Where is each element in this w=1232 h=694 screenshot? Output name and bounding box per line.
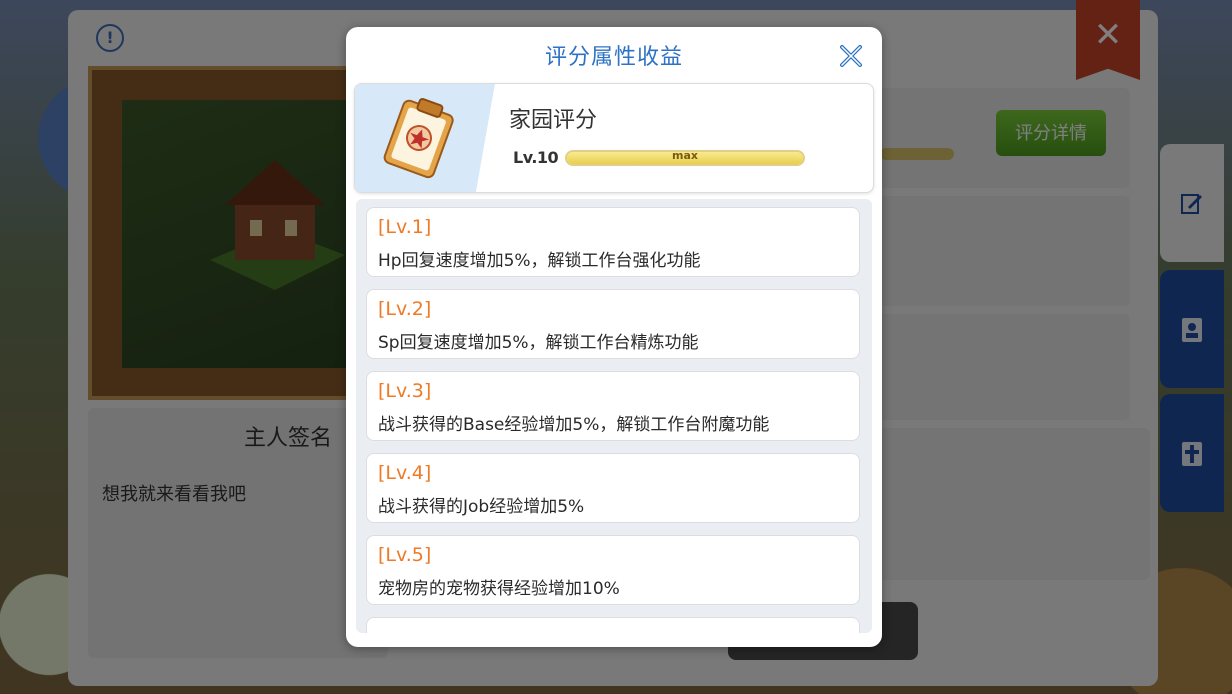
bonus-description: 宠物房的宠物获得经验增加10%	[378, 579, 620, 599]
level-progress-bar: max	[565, 149, 805, 166]
close-icon	[840, 45, 862, 67]
home-score-header: 家园评分 Lv.10 max	[354, 83, 874, 193]
home-score-level: Lv.10	[513, 148, 559, 167]
bonus-description: 战斗获得的Job经验增加5%	[378, 497, 585, 517]
bonus-level-label: [Lv.5]	[378, 544, 432, 566]
list-item: [Lv.2] Sp回复速度增加5%，解锁工作台精炼功能	[366, 289, 860, 359]
list-item: [Lv.1] Hp回复速度增加5%，解锁工作台强化功能	[366, 207, 860, 277]
home-score-name: 家园评分	[509, 108, 598, 133]
bonus-description: 战斗获得的Base经验增加5%，解锁工作台附魔功能	[378, 415, 770, 435]
list-item: [Lv.4] 战斗获得的Job经验增加5%	[366, 453, 860, 523]
bonus-description: Hp回复速度增加5%，解锁工作台强化功能	[378, 251, 701, 271]
list-item: [Lv.3] 战斗获得的Base经验增加5%，解锁工作台附魔功能	[366, 371, 860, 441]
list-item-partial	[366, 617, 860, 633]
list-item: [Lv.5] 宠物房的宠物获得经验增加10%	[366, 535, 860, 605]
score-attribute-dialog: 评分属性收益 家园评分 Lv.10 max [Lv.1] Hp回复速度增加5%，解…	[346, 27, 882, 647]
clipboard-star-icon	[383, 98, 454, 179]
dialog-close-button[interactable]	[836, 41, 866, 71]
level-progress-text: max	[672, 149, 698, 162]
bonus-list[interactable]: [Lv.1] Hp回复速度增加5%，解锁工作台强化功能 [Lv.2] Sp回复速度增加…	[356, 199, 872, 633]
bonus-level-label: [Lv.4]	[378, 462, 432, 484]
bonus-level-label: [Lv.2]	[378, 298, 432, 320]
bonus-level-label: [Lv.3]	[378, 380, 432, 402]
bonus-level-label: [Lv.1]	[378, 216, 432, 238]
dialog-title: 评分属性收益	[544, 45, 683, 70]
bonus-description: Sp回复速度增加5%，解锁工作台精炼功能	[378, 333, 699, 353]
